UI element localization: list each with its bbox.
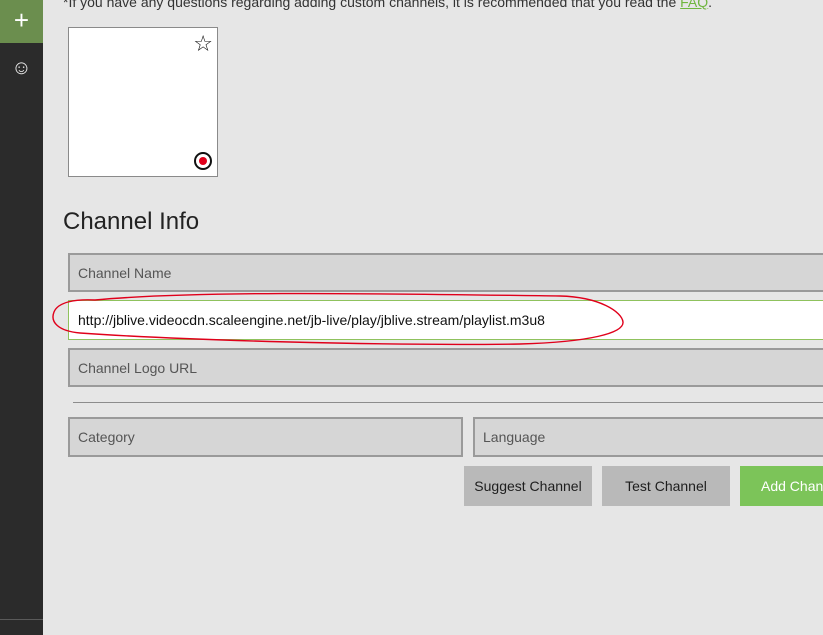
channel-name-field[interactable]: Channel Name xyxy=(68,253,823,292)
star-icon[interactable]: ☆ xyxy=(193,30,213,58)
suggest-channel-button[interactable]: Suggest Channel xyxy=(464,466,592,506)
test-channel-button[interactable]: Test Channel xyxy=(602,466,730,506)
category-field[interactable]: Category xyxy=(68,417,463,457)
notice-suffix: . xyxy=(708,0,713,10)
stream-url-field[interactable]: http://jblive.videocdn.scaleengine.net/j… xyxy=(68,300,823,340)
divider xyxy=(73,402,823,403)
rail-divider xyxy=(0,619,43,620)
add-channel-button[interactable]: Add Chan xyxy=(740,466,823,506)
faq-notice: *If you have any questions regarding add… xyxy=(63,0,712,10)
plus-icon[interactable]: + xyxy=(0,0,43,43)
notice-text: *If you have any questions regarding add… xyxy=(63,0,681,10)
language-field[interactable]: Language xyxy=(473,417,823,457)
smiley-icon[interactable]: ☺ xyxy=(0,50,43,86)
channel-logo-url-field[interactable]: Channel Logo URL xyxy=(68,348,823,387)
left-rail: + ☺ xyxy=(0,0,43,635)
faq-link[interactable]: FAQ xyxy=(680,0,708,10)
section-title: Channel Info xyxy=(63,208,200,235)
logo-preview: ☆ xyxy=(68,27,218,177)
record-icon[interactable] xyxy=(194,152,212,170)
